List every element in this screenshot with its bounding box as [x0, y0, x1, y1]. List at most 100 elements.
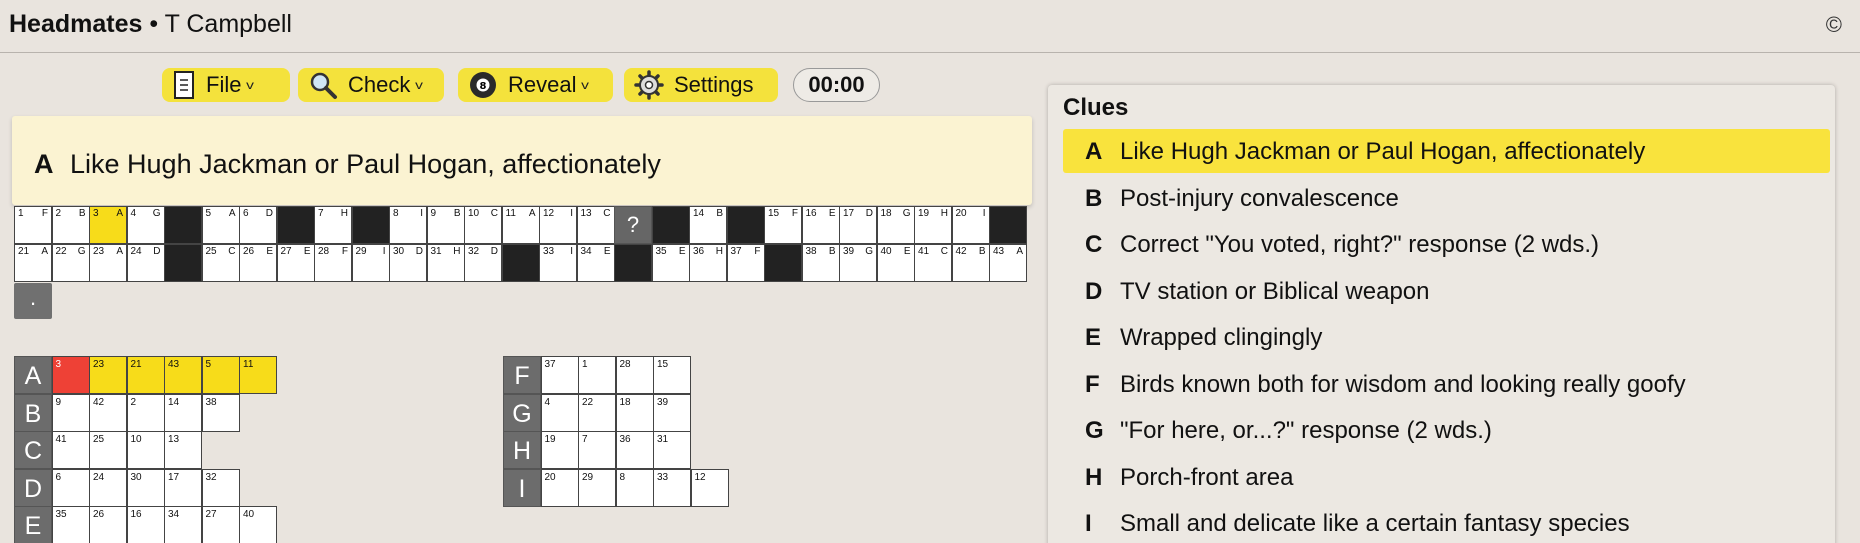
answer-row-label[interactable]: E	[14, 506, 52, 543]
answer-row-label[interactable]: C	[14, 431, 52, 469]
quote-cell[interactable]: 28 F	[314, 244, 352, 282]
quote-cell[interactable]: 10 C	[464, 206, 502, 244]
quote-cell[interactable]: 30 D	[389, 244, 427, 282]
answer-cell[interactable]: 23	[89, 356, 127, 394]
clue-item-a[interactable]: A Like Hugh Jackman or Paul Hogan, affect…	[1063, 129, 1830, 173]
answer-cell[interactable]: 33	[653, 468, 691, 507]
answer-cell[interactable]: 32	[201, 468, 240, 507]
clue-item-f[interactable]: F Birds known both for wisdom and looking…	[1063, 362, 1830, 406]
answer-cell[interactable]: 17	[164, 468, 202, 507]
quote-cell[interactable]: 26 E	[239, 244, 277, 282]
quote-cell[interactable]: 8I	[389, 206, 427, 244]
answer-cell[interactable]: 8	[615, 468, 654, 507]
quote-cell[interactable]: 21 A	[14, 244, 52, 282]
quote-cell[interactable]: 5A	[201, 206, 240, 244]
quote-cell[interactable]: 29 I	[351, 244, 390, 282]
answer-cell[interactable]: 2	[126, 393, 165, 432]
quote-cell[interactable]: 13 C	[576, 206, 615, 244]
quote-cell[interactable]: 39 G	[839, 244, 877, 282]
answer-row-label[interactable]: D	[14, 468, 52, 507]
answer-cell[interactable]: 9	[51, 393, 90, 432]
clue-item-h[interactable]: H Porch-front area	[1063, 455, 1830, 499]
answer-cell[interactable]: 14	[164, 393, 202, 432]
answer-cell[interactable]: 10	[126, 431, 165, 469]
quote-cell[interactable]: 9B	[426, 206, 465, 244]
quote-cell[interactable]: 11 A	[501, 206, 540, 244]
quote-cell[interactable]: 31 H	[426, 244, 465, 282]
copyright-icon[interactable]: ©	[1826, 12, 1842, 38]
answer-cell[interactable]: 40	[239, 506, 277, 543]
answer-cell[interactable]: 20	[540, 468, 579, 507]
quote-cell[interactable]: 43 A	[989, 244, 1027, 282]
answer-cell[interactable]: 19	[540, 431, 579, 469]
answer-cell[interactable]: 41	[51, 431, 90, 469]
answer-cell[interactable]: 21	[126, 356, 165, 394]
quote-cell[interactable]: 7H	[314, 206, 352, 244]
quote-cell[interactable]: 34 E	[576, 244, 615, 282]
answer-cell[interactable]: 6	[51, 468, 90, 507]
answer-cell[interactable]: 4	[540, 393, 579, 432]
answer-cell[interactable]: 30	[126, 468, 165, 507]
quote-cell[interactable]: 35 E	[651, 244, 690, 282]
quote-cell[interactable]: 14 B	[689, 206, 727, 244]
file-button[interactable]: File v	[162, 68, 290, 102]
clue-item-g[interactable]: G "For here, or...?" response (2 wds.)	[1063, 408, 1830, 452]
answer-cell[interactable]: 42	[89, 393, 127, 432]
clue-item-i[interactable]: I Small and delicate like a certain fanta…	[1063, 501, 1830, 543]
quote-cell[interactable]: 1F	[14, 206, 52, 244]
quote-cell[interactable]: 20 I	[951, 206, 990, 244]
answer-row-label[interactable]: F	[503, 356, 541, 394]
answer-cell[interactable]: 36	[615, 431, 654, 469]
answer-cell[interactable]: 27	[201, 506, 240, 543]
answer-cell[interactable]: 5	[201, 356, 240, 394]
check-button[interactable]: Check v	[298, 68, 444, 102]
quote-cell[interactable]: 24 D	[126, 244, 165, 282]
answer-row-label[interactable]: H	[503, 431, 541, 469]
answer-cell[interactable]: 37	[540, 356, 579, 394]
answer-cell[interactable]: 38	[201, 393, 240, 432]
answer-cell[interactable]: 3	[51, 356, 90, 394]
answer-cell[interactable]: 39	[653, 393, 691, 432]
answer-cell[interactable]: 34	[164, 506, 202, 543]
answer-cell[interactable]: 24	[89, 468, 127, 507]
quote-cell[interactable]: 40 E	[876, 244, 915, 282]
answer-cell[interactable]: 22	[578, 393, 616, 432]
quote-cell[interactable]: 27 E	[276, 244, 315, 282]
answer-cell[interactable]: 12	[690, 468, 729, 507]
quote-cell[interactable]: 25 C	[201, 244, 240, 282]
answer-cell[interactable]: 15	[653, 356, 691, 394]
answer-row-label[interactable]: B	[14, 393, 52, 432]
answer-cell[interactable]: 29	[578, 468, 616, 507]
clue-item-b[interactable]: B Post-injury convalescence	[1063, 176, 1830, 220]
quote-cell[interactable]: 42 B	[951, 244, 990, 282]
answer-cell[interactable]: 43	[164, 356, 202, 394]
quote-cell[interactable]: 32 D	[464, 244, 502, 282]
quote-cell[interactable]: 33 I	[539, 244, 577, 282]
quote-cell[interactable]: 19 H	[914, 206, 952, 244]
clue-item-d[interactable]: D TV station or Biblical weapon	[1063, 269, 1830, 313]
quote-cell[interactable]: 15 F	[764, 206, 802, 244]
quote-cell[interactable]: 4G	[126, 206, 165, 244]
quote-cell[interactable]: 6D	[239, 206, 277, 244]
quote-cell[interactable]: 37 F	[726, 244, 765, 282]
answer-row-label[interactable]: I	[503, 468, 541, 507]
quote-cell-unknown[interactable]: ?	[614, 206, 652, 244]
reveal-button[interactable]: 8 Reveal v	[458, 68, 613, 102]
answer-cell[interactable]: 16	[126, 506, 165, 543]
quote-cell[interactable]: 36 H	[689, 244, 727, 282]
settings-button[interactable]: Settings	[624, 68, 778, 102]
clue-item-e[interactable]: E Wrapped clingingly	[1063, 315, 1830, 359]
timer[interactable]: 00:00	[793, 68, 880, 102]
answer-cell[interactable]: 25	[89, 431, 127, 469]
answer-cell[interactable]: 31	[653, 431, 691, 469]
answer-cell[interactable]: 13	[164, 431, 202, 469]
answer-cell[interactable]: 1	[578, 356, 616, 394]
answer-cell[interactable]: 7	[578, 431, 616, 469]
quote-cell[interactable]: 41 C	[914, 244, 952, 282]
quote-cell[interactable]: 12 I	[539, 206, 577, 244]
answer-cell[interactable]: 28	[615, 356, 654, 394]
quote-cell[interactable]: 23 A	[89, 244, 127, 282]
quote-cell[interactable]: 18 G	[876, 206, 915, 244]
answer-cell[interactable]: 35	[51, 506, 90, 543]
quote-cell[interactable]: 38 B	[801, 244, 840, 282]
